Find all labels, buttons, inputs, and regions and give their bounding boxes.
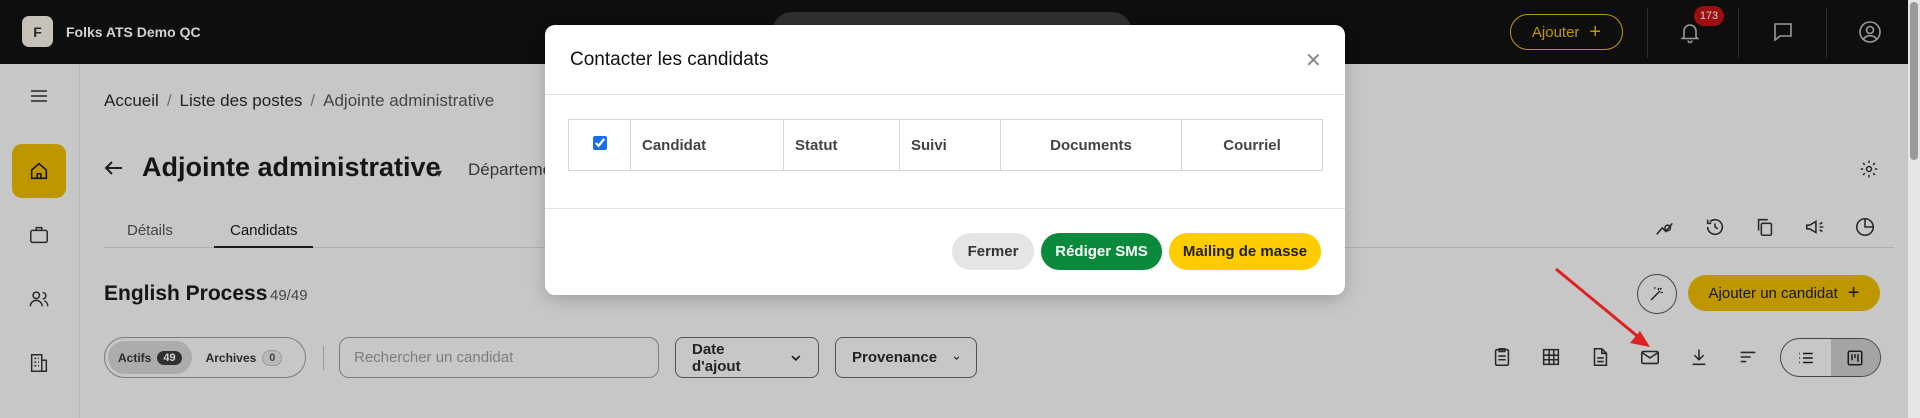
- annotation-arrow-icon: [1555, 267, 1650, 347]
- modal-title: Contacter les candidats: [570, 49, 769, 70]
- mass-mailing-button[interactable]: Mailing de masse: [1169, 233, 1321, 270]
- column-header[interactable]: Suivi: [899, 119, 1001, 171]
- contact-candidates-modal: Contacter les candidats ✕ Candidat Statu…: [545, 25, 1345, 295]
- close-button[interactable]: Fermer: [952, 233, 1034, 270]
- column-header[interactable]: Courriel: [1181, 119, 1323, 171]
- candidates-table: Candidat Statut Suivi Documents Courriel: [568, 119, 1323, 171]
- select-all-cell: [568, 119, 631, 171]
- select-all-checkbox[interactable]: [592, 136, 607, 150]
- page-scrollbar[interactable]: [1908, 0, 1920, 418]
- column-header[interactable]: Candidat: [630, 119, 784, 171]
- column-header[interactable]: Statut: [783, 119, 900, 171]
- scrollbar-thumb[interactable]: [1910, 2, 1918, 160]
- compose-sms-button[interactable]: Rédiger SMS: [1041, 233, 1162, 270]
- column-header[interactable]: Documents: [1000, 119, 1182, 171]
- modal-divider: [545, 94, 1345, 95]
- table-header-row: Candidat Statut Suivi Documents Courriel: [568, 119, 1323, 171]
- modal-divider: [545, 208, 1345, 209]
- close-icon[interactable]: ✕: [1305, 51, 1322, 71]
